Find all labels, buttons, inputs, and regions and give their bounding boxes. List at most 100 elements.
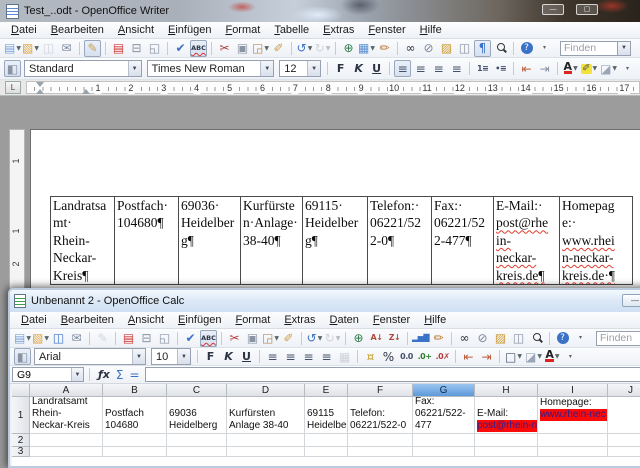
writer-table-cell[interactable]: Fax:·06221/522-477¶: [432, 197, 494, 284]
tab-stop-selector[interactable]: L: [5, 81, 21, 94]
calc-cell-J1[interactable]: [608, 397, 640, 434]
minimize-button[interactable]: —: [542, 4, 564, 15]
styles-panel-icon[interactable]: ◧: [14, 348, 31, 365]
calc-cell-A3[interactable]: [30, 447, 103, 457]
cut-icon[interactable]: ✂: [226, 330, 243, 347]
table-icon-dropdown[interactable]: ▼: [370, 45, 375, 52]
autospellcheck-icon[interactable]: ABC: [200, 330, 217, 347]
writer-menu-einfügen[interactable]: Einfügen: [161, 23, 218, 37]
find-replace-icon[interactable]: ∞: [402, 40, 419, 57]
chevron-down-icon[interactable]: ▼: [128, 61, 141, 76]
currency-format-icon[interactable]: ¤: [362, 348, 379, 365]
spreadsheet-grid[interactable]: ABCDEFGHIJ1LandratsamtRhein-Neckar-Kreis…: [12, 384, 640, 466]
writer-menu-extras[interactable]: Extras: [316, 23, 361, 37]
open-icon[interactable]: ▧▼: [22, 40, 39, 57]
calc-menu-bearbeiten[interactable]: Bearbeiten: [54, 313, 121, 327]
align-justify-icon[interactable]: ≡: [318, 348, 335, 365]
decrease-indent-icon[interactable]: ⇤: [518, 60, 535, 77]
styles-panel-icon[interactable]: ◧: [4, 60, 21, 77]
redo-icon-dropdown[interactable]: ▼: [326, 45, 331, 52]
navigator-icon[interactable]: ⊘: [474, 330, 491, 347]
open-icon-dropdown[interactable]: ▼: [44, 335, 49, 342]
sort-descending-icon[interactable]: Z↓: [386, 330, 403, 347]
calc-cell-D3[interactable]: [227, 447, 305, 457]
calc-cell-C3[interactable]: [167, 447, 227, 457]
calc-menu-daten[interactable]: Daten: [323, 313, 366, 327]
column-header-I[interactable]: I: [538, 384, 608, 397]
align-right-icon[interactable]: ≡: [300, 348, 317, 365]
increase-indent-icon[interactable]: ⇥: [536, 60, 553, 77]
font-color-icon[interactable]: A▼: [544, 348, 561, 365]
font-size-combo[interactable]: 12▼: [279, 60, 321, 77]
standard-format-icon[interactable]: 0.0: [398, 348, 415, 365]
redo-icon-dropdown[interactable]: ▼: [336, 335, 341, 342]
column-header-B[interactable]: B: [103, 384, 167, 397]
borders-icon[interactable]: □▼: [504, 348, 523, 365]
chevron-down-icon[interactable]: ▼: [307, 61, 320, 76]
hyperlink-icon[interactable]: ⊕: [340, 40, 357, 57]
column-header-E[interactable]: E: [305, 384, 348, 397]
find-replace-icon[interactable]: ∞: [456, 330, 473, 347]
align-justify-icon[interactable]: ≡: [448, 60, 465, 77]
column-header-J[interactable]: J: [608, 384, 640, 397]
find-down-icon[interactable]: ⇩: [635, 40, 640, 57]
chevron-down-icon[interactable]: ▼: [71, 368, 83, 381]
writer-menu-tabelle[interactable]: Tabelle: [267, 23, 316, 37]
calc-cell-H2[interactable]: [475, 434, 538, 447]
sum-icon[interactable]: Σ: [113, 368, 127, 382]
bold-icon[interactable]: F: [202, 348, 219, 365]
minimize-button[interactable]: —: [622, 294, 640, 307]
highlighting-icon[interactable]: ✐▼: [580, 60, 598, 77]
align-right-icon[interactable]: ≡: [430, 60, 447, 77]
add-decimal-icon[interactable]: .0+: [416, 348, 433, 365]
formatting-marks-icon[interactable]: ¶: [474, 40, 491, 57]
copy-icon[interactable]: ▣: [244, 330, 261, 347]
calc-cell-B3[interactable]: [103, 447, 167, 457]
spellcheck-icon[interactable]: ✔: [172, 40, 189, 57]
font-color-icon[interactable]: A▼: [562, 60, 579, 77]
chevron-down-icon[interactable]: ▼: [132, 349, 145, 364]
column-header-C[interactable]: C: [167, 384, 227, 397]
writer-table-cell[interactable]: E-Mail:·post@rhein-neckar-kreis.de¶: [494, 197, 560, 284]
email-icon[interactable]: ✉: [58, 40, 75, 57]
calc-menu-fenster[interactable]: Fenster: [366, 313, 417, 327]
undo-icon-dropdown[interactable]: ▼: [318, 335, 323, 342]
writer-menu-fenster[interactable]: Fenster: [361, 23, 412, 37]
writer-menu-ansicht[interactable]: Ansicht: [111, 23, 161, 37]
calc-cell-F2[interactable]: [348, 434, 413, 447]
maximize-button[interactable]: ▢: [576, 4, 598, 15]
calc-cell-I2[interactable]: [538, 434, 608, 447]
export-pdf-icon[interactable]: ▤: [120, 330, 137, 347]
calc-titlebar[interactable]: Unbenannt 2 - OpenOffice Calc —: [10, 290, 640, 312]
paste-icon[interactable]: ◲▼: [262, 330, 279, 347]
calc-cell-E2[interactable]: [305, 434, 348, 447]
row-header-1[interactable]: 1: [12, 397, 30, 434]
calc-menu-hilfe[interactable]: Hilfe: [417, 313, 453, 327]
italic-icon[interactable]: K: [350, 60, 367, 77]
background-color-icon-dropdown[interactable]: ▼: [537, 353, 542, 360]
left-indent-marker[interactable]: [36, 89, 44, 94]
highlighting-icon-dropdown[interactable]: ▼: [593, 65, 598, 72]
print-icon[interactable]: ⊟: [128, 40, 145, 57]
edit-file-icon[interactable]: ✎: [84, 40, 101, 57]
calc-cell-G3[interactable]: [413, 447, 475, 457]
chevron-down-icon[interactable]: ▼: [177, 349, 190, 364]
sort-ascending-icon[interactable]: A↓: [368, 330, 385, 347]
print-icon[interactable]: ⊟: [138, 330, 155, 347]
increase-indent-icon[interactable]: ⇥: [478, 348, 495, 365]
help-icon[interactable]: ?: [518, 40, 535, 57]
toolbar-options-icon[interactable]: ▾: [562, 348, 579, 365]
first-line-indent-marker[interactable]: [36, 82, 44, 87]
calc-menu-format[interactable]: Format: [228, 313, 277, 327]
writer-table[interactable]: Landratsamt·Rhein-Neckar-Kreis¶Postfach·…: [50, 196, 633, 285]
calc-cell-D2[interactable]: [227, 434, 305, 447]
column-header-F[interactable]: F: [348, 384, 413, 397]
paste-icon[interactable]: ◲▼: [252, 40, 269, 57]
writer-table-cell[interactable]: Telefon:·06221/522-0¶: [368, 197, 432, 284]
calc-cell-D1[interactable]: KurfürstenAnlage 38-40: [227, 397, 305, 434]
writer-menu-hilfe[interactable]: Hilfe: [413, 23, 449, 37]
delete-decimal-icon[interactable]: .0✗: [434, 348, 451, 365]
writer-table-cell[interactable]: Landratsamt·Rhein-Neckar-Kreis¶: [51, 197, 115, 284]
new-document-icon-dropdown[interactable]: ▼: [26, 335, 31, 342]
calc-menu-ansicht[interactable]: Ansicht: [121, 313, 171, 327]
